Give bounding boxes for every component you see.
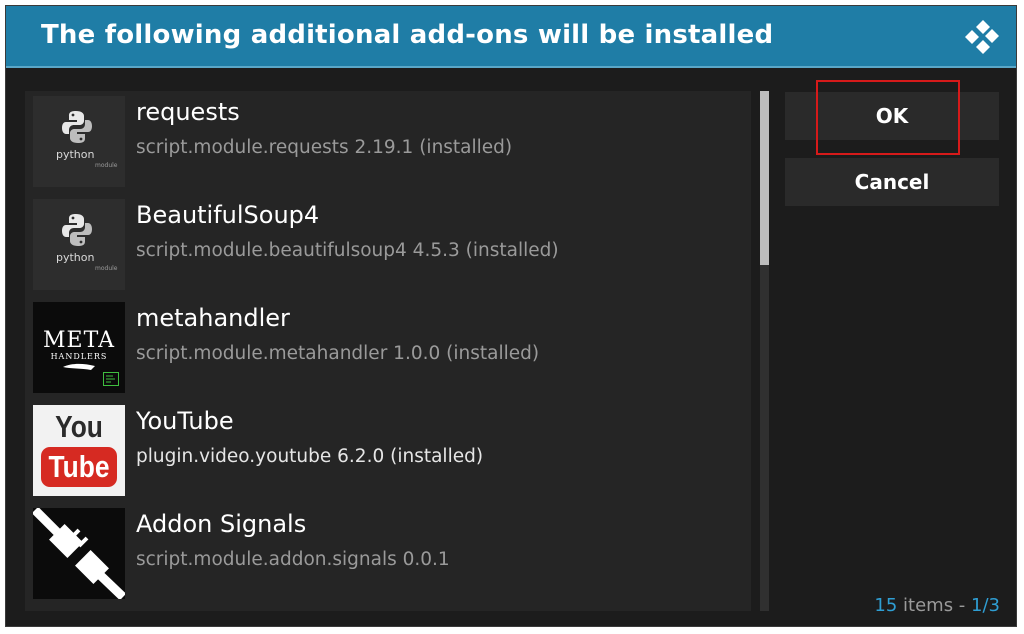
cancel-button[interactable]: Cancel [785, 158, 999, 206]
kodi-logo-icon [965, 20, 999, 54]
plug-icon-graphic [33, 508, 125, 599]
terminal-icon [103, 372, 119, 386]
addon-name: BeautifulSoup4 [136, 201, 320, 229]
dialog-header: The following additional add-ons will be… [6, 6, 1016, 68]
meta-logo-text: META [43, 328, 115, 353]
addon-id-version: script.module.requests 2.19.1 (installed… [136, 137, 513, 158]
addon-name: Addon Signals [136, 510, 307, 538]
python-module-icon: python module [33, 96, 125, 187]
addon-id-version: script.module.metahandler 1.0.0 (install… [136, 343, 540, 364]
ok-button[interactable]: OK [785, 92, 999, 140]
list-item-addon-signals[interactable]: Addon Signals script.module.addon.signal… [33, 508, 745, 600]
handlers-logo-text: HANDLERS [50, 352, 108, 361]
list-item-youtube[interactable]: You Tube YouTube plugin.video.youtube 6.… [33, 405, 745, 497]
list-item-metahandler[interactable]: META HANDLERS metahandler script.module.… [33, 302, 745, 394]
python-module-icon: python module [33, 199, 125, 290]
youtube-logo-tube: Tube [48, 449, 110, 484]
item-count-footer: 15 items - 1/3 [874, 595, 1000, 616]
python-icon-sublabel: module [95, 162, 118, 169]
addon-id-version: plugin.video.youtube 6.2.0 (installed) [136, 446, 484, 467]
addon-install-dialog: The following additional add-ons will be… [5, 5, 1017, 627]
plug-icon [33, 508, 125, 599]
addon-name: YouTube [136, 407, 234, 435]
hand-icon [63, 363, 95, 370]
addon-list[interactable]: python module requests script.module.req… [25, 91, 751, 611]
youtube-logo: You Tube [33, 405, 125, 496]
python-icon-sublabel: module [95, 265, 118, 272]
list-item-requests[interactable]: python module requests script.module.req… [33, 96, 745, 188]
list-scrollbar[interactable] [760, 91, 769, 611]
metahandlers-logo: META HANDLERS [33, 302, 125, 393]
dialog-title: The following additional add-ons will be… [41, 20, 774, 50]
item-count: 15 [874, 595, 898, 616]
addon-name: requests [136, 98, 240, 126]
python-icon-label: python [56, 251, 95, 264]
scrollbar-thumb[interactable] [760, 91, 769, 265]
python-logo-icon [62, 111, 92, 143]
addon-id-version: script.module.beautifulsoup4 4.5.3 (inst… [136, 240, 559, 261]
list-item-beautifulsoup4[interactable]: python module BeautifulSoup4 script.modu… [33, 199, 745, 291]
python-logo-icon [62, 214, 92, 246]
addon-id-version: script.module.addon.signals 0.0.1 [136, 549, 450, 570]
page-indicator: 1/3 [971, 595, 1000, 616]
addon-name: metahandler [136, 304, 290, 332]
youtube-logo-you: You [55, 409, 103, 444]
items-label: items - [897, 595, 972, 616]
python-icon-label: python [56, 148, 95, 161]
